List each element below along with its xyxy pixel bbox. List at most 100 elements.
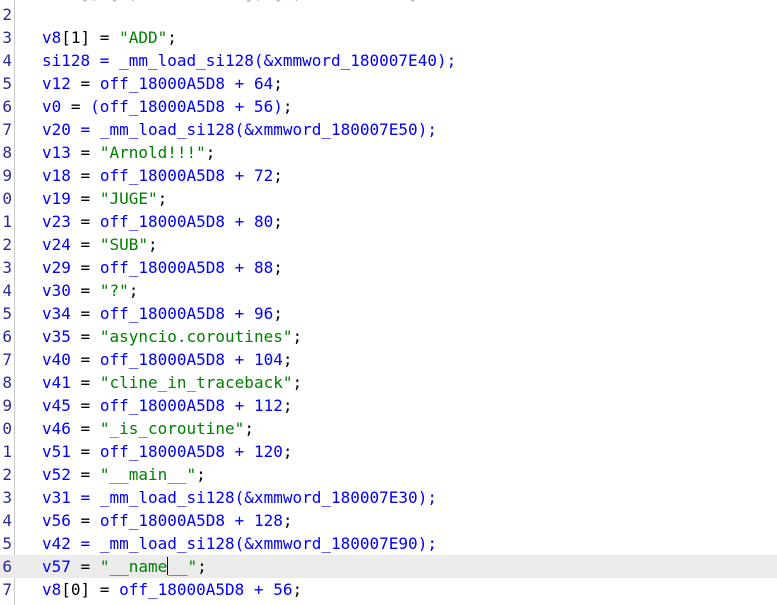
identifier[interactable]: off_18000A5D8 + 128 [100, 511, 283, 530]
identifier[interactable]: v19 [42, 189, 71, 208]
operator: ; [273, 166, 283, 185]
line-number: 7 [2, 350, 12, 369]
code-line[interactable]: 9 v18 = off_18000A5D8 + 72; [0, 164, 777, 187]
identifier[interactable]: v12 [42, 74, 71, 93]
identifier[interactable]: si128 [42, 51, 90, 70]
identifier[interactable]: off_18000A5D8 + 64 [100, 74, 273, 93]
code-line[interactable]: 7 v40 = off_18000A5D8 + 104; [0, 348, 777, 371]
identifier[interactable]: v41 [42, 373, 71, 392]
code-line[interactable]: 7 v20 = _mm_load_si128(&xmmword_180007E50… [0, 118, 777, 141]
code-line[interactable]: 2 v52 = "__main__"; [0, 463, 777, 486]
identifier[interactable]: v30 [42, 281, 71, 300]
operator: = [70, 212, 100, 231]
identifier[interactable]: v31 [42, 488, 71, 507]
operator: ; [282, 396, 293, 415]
code-text: v30 = "?"; [42, 279, 138, 302]
line-number: 5 [2, 534, 12, 553]
code-line[interactable]: 0 v46 = "_is_coroutine"; [0, 417, 777, 440]
code-line[interactable]: 3 v29 = off_18000A5D8 + 88; [0, 256, 777, 279]
code-line[interactable]: 5 v42 = _mm_load_si128(&xmmword_180007E90… [0, 532, 777, 555]
identifier[interactable]: v45 [42, 396, 71, 415]
line-number: 7 [2, 580, 12, 599]
code-line[interactable]: 2 [0, 3, 777, 26]
operator: = [70, 419, 100, 438]
string-literal: "_is_coroutine" [99, 419, 245, 438]
code-text: v20 = _mm_load_si128(&xmmword_180007E50)… [42, 118, 437, 141]
code-line[interactable]: 5 v12 = off_18000A5D8 + 64; [0, 72, 777, 95]
identifier[interactable]: = _mm_load_si128(&xmmword_180007E50); [71, 120, 437, 139]
operator: ; [292, 580, 303, 599]
code-line[interactable]: 6 v35 = "asyncio.coroutines"; [0, 325, 777, 348]
operator: = [70, 166, 100, 185]
identifier[interactable]: v57 [42, 557, 71, 576]
code-line[interactable]: 3 v31 = _mm_load_si128(&xmmword_180007E30… [0, 486, 777, 509]
code-text: v13 = "Arnold!!!"; [42, 141, 215, 164]
identifier[interactable]: v51 [42, 442, 71, 461]
string-literal: "SUB" [99, 235, 148, 254]
code-line[interactable]: 2 v24 = "SUB"; [0, 233, 777, 256]
identifier[interactable]: v40 [42, 350, 71, 369]
line-number: 8 [2, 373, 12, 392]
operator: ; [196, 465, 206, 484]
code-line[interactable]: 4 si128 = _mm_load_si128(&xmmword_180007E… [0, 49, 777, 72]
operator: = [70, 304, 100, 323]
identifier[interactable]: off_18000A5D8 + 120 [100, 442, 283, 461]
pseudocode-editor[interactable]: ], [ , ], [ , ] 23v8[1] = "ADD";4si128 =… [0, 0, 777, 605]
identifier[interactable]: = _mm_load_si128(&xmmword_180007E40); [90, 51, 456, 70]
string-literal: "ADD" [119, 28, 168, 47]
code-line-current[interactable]: 6 v57 = "__name__"; [0, 555, 777, 578]
code-line[interactable]: 9 v45 = off_18000A5D8 + 112; [0, 394, 777, 417]
line-number: 9 [2, 166, 12, 185]
code-line[interactable]: 1 v23 = off_18000A5D8 + 80; [0, 210, 777, 233]
identifier[interactable]: v42 [42, 534, 71, 553]
identifier[interactable]: v18 [42, 166, 71, 185]
identifier[interactable]: v52 [42, 465, 71, 484]
identifier[interactable]: off_18000A5D8 + 88 [100, 258, 273, 277]
operator: ; [282, 350, 293, 369]
code-text: v18 = off_18000A5D8 + 72; [42, 164, 283, 187]
identifier[interactable]: v0 [42, 97, 61, 116]
code-text: v34 = off_18000A5D8 + 96; [42, 302, 283, 325]
string-literal: __" [168, 557, 198, 576]
code-text: v31 = _mm_load_si128(&xmmword_180007E30)… [42, 486, 437, 509]
identifier[interactable]: off_18000A5D8 + 56 [119, 580, 292, 599]
identifier[interactable]: v35 [42, 327, 71, 346]
identifier[interactable]: v34 [42, 304, 71, 323]
identifier[interactable]: = _mm_load_si128(&xmmword_180007E90); [71, 534, 437, 553]
code-line[interactable]: 1 v51 = off_18000A5D8 + 120; [0, 440, 777, 463]
line-number: 5 [2, 304, 12, 323]
identifier[interactable]: v20 [42, 120, 71, 139]
code-line[interactable]: 8 v41 = "cline_in_traceback"; [0, 371, 777, 394]
line-number: 6 [2, 557, 12, 576]
code-line[interactable]: 0 v19 = "JUGE"; [0, 187, 777, 210]
operator: ; [273, 74, 283, 93]
identifier[interactable]: v23 [42, 212, 71, 231]
line-number: 0 [2, 189, 12, 208]
identifier[interactable]: v8 [42, 28, 61, 47]
code-text: v40 = off_18000A5D8 + 104; [42, 348, 292, 371]
identifier[interactable]: v24 [42, 235, 71, 254]
identifier[interactable]: (off_18000A5D8 + 56) [90, 97, 283, 116]
code-line[interactable]: 4 v56 = off_18000A5D8 + 128; [0, 509, 777, 532]
identifier[interactable]: off_18000A5D8 + 112 [100, 396, 283, 415]
operator: = [70, 235, 100, 254]
code-line[interactable]: 5 v34 = off_18000A5D8 + 96; [0, 302, 777, 325]
identifier[interactable]: v29 [42, 258, 71, 277]
code-line[interactable]: 3 v8[1] = "ADD"; [0, 26, 777, 49]
identifier[interactable]: v8 [42, 580, 61, 599]
code-line[interactable]: 6 v0 = (off_18000A5D8 + 56); [0, 95, 777, 118]
code-line[interactable]: 4 v30 = "?"; [0, 279, 777, 302]
code-line[interactable]: 8 v13 = "Arnold!!!"; [0, 141, 777, 164]
identifier[interactable]: off_18000A5D8 + 96 [100, 304, 273, 323]
line-number: 3 [2, 28, 12, 47]
operator: [0] = [61, 580, 120, 599]
identifier[interactable]: v13 [42, 143, 71, 162]
identifier[interactable]: off_18000A5D8 + 104 [100, 350, 283, 369]
identifier[interactable]: off_18000A5D8 + 80 [100, 212, 273, 231]
operator: = [70, 557, 100, 576]
identifier[interactable]: off_18000A5D8 + 72 [100, 166, 273, 185]
code-line[interactable]: 7 v8[0] = off_18000A5D8 + 56; [0, 578, 777, 601]
identifier[interactable]: = _mm_load_si128(&xmmword_180007E30); [71, 488, 437, 507]
identifier[interactable]: v46 [42, 419, 71, 438]
identifier[interactable]: v56 [42, 511, 71, 530]
